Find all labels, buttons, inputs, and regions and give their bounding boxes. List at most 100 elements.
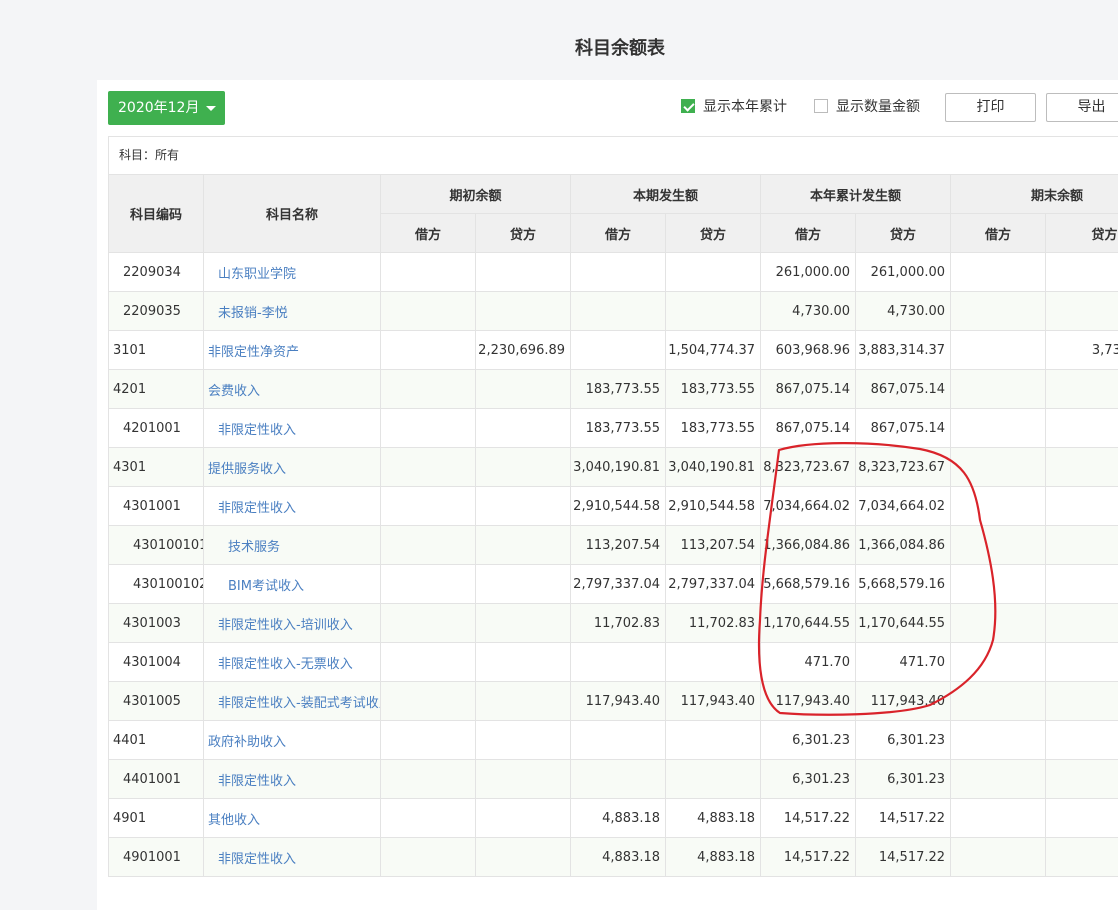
opening-debit-cell (381, 721, 476, 760)
table-row[interactable]: 4301005非限定性收入-装配式考试收入117,943.40117,943.4… (109, 682, 1118, 721)
period-selector[interactable]: 2020年12月 (108, 91, 225, 125)
header-closing-balance: 期末余额 (951, 175, 1118, 214)
header-year-cumulative: 本年累计发生额 (761, 175, 951, 214)
table-row[interactable]: 4401政府补助收入6,301.236,301.23 (109, 721, 1118, 760)
closing-credit-cell (1046, 682, 1118, 721)
table-row[interactable]: 2209035未报销-李悦4,730.004,730.00 (109, 292, 1118, 331)
period-debit-cell: 4,883.18 (571, 799, 666, 838)
period-debit-cell: 2,797,337.04 (571, 565, 666, 604)
subject-code-cell: 4301005 (109, 682, 204, 721)
period-debit-cell: 11,702.83 (571, 604, 666, 643)
closing-debit-cell (951, 526, 1046, 565)
opening-debit-cell (381, 760, 476, 799)
subject-name-link[interactable]: 其他收入 (204, 799, 381, 838)
period-credit-cell (666, 643, 761, 682)
header-credit: 贷方 (1046, 214, 1118, 253)
period-debit-cell (571, 643, 666, 682)
subject-code-cell: 2209035 (109, 292, 204, 331)
period-credit-cell: 11,702.83 (666, 604, 761, 643)
closing-debit-cell (951, 604, 1046, 643)
header-debit: 借方 (761, 214, 856, 253)
table-row[interactable]: 4301001非限定性收入2,910,544.582,910,544.587,0… (109, 487, 1118, 526)
subject-code-cell: 4301004 (109, 643, 204, 682)
closing-credit-cell (1046, 526, 1118, 565)
opening-credit-cell (476, 838, 571, 877)
period-credit-cell (666, 292, 761, 331)
table-row[interactable]: 4201会费收入183,773.55183,773.55867,075.1486… (109, 370, 1118, 409)
subject-name-link[interactable]: 非限定性收入 (204, 409, 381, 448)
subject-name-link[interactable]: 非限定性收入-装配式考试收入 (204, 682, 381, 721)
opening-debit-cell (381, 370, 476, 409)
table-row[interactable]: 4401001非限定性收入6,301.236,301.23 (109, 760, 1118, 799)
period-debit-cell: 183,773.55 (571, 409, 666, 448)
subject-name-link[interactable]: 非限定性收入-无票收入 (204, 643, 381, 682)
subject-name-link[interactable]: BIM考试收入 (204, 565, 381, 604)
year-credit-cell: 5,668,579.16 (856, 565, 951, 604)
header-credit: 贷方 (476, 214, 571, 253)
year-debit-cell: 6,301.23 (761, 721, 856, 760)
subject-name-link[interactable]: 非限定性净资产 (204, 331, 381, 370)
opening-debit-cell (381, 253, 476, 292)
year-credit-cell: 117,943.40 (856, 682, 951, 721)
opening-debit-cell (381, 838, 476, 877)
table-row[interactable]: 4301提供服务收入3,040,190.813,040,190.818,323,… (109, 448, 1118, 487)
period-credit-cell: 4,883.18 (666, 838, 761, 877)
subject-name-link[interactable]: 未报销-李悦 (204, 292, 381, 331)
subject-name-link[interactable]: 技术服务 (204, 526, 381, 565)
export-button[interactable]: 导出 (1046, 93, 1118, 122)
table-row[interactable]: 430100101技术服务113,207.54113,207.541,366,0… (109, 526, 1118, 565)
opening-debit-cell (381, 526, 476, 565)
period-credit-cell: 3,040,190.81 (666, 448, 761, 487)
print-button[interactable]: 打印 (945, 93, 1036, 122)
subject-code-cell: 4201001 (109, 409, 204, 448)
table-row[interactable]: 4201001非限定性收入183,773.55183,773.55867,075… (109, 409, 1118, 448)
closing-credit-cell (1046, 409, 1118, 448)
closing-debit-cell (951, 682, 1046, 721)
subject-name-link[interactable]: 非限定性收入 (204, 760, 381, 799)
table-row[interactable]: 4901001非限定性收入4,883.184,883.1814,517.2214… (109, 838, 1118, 877)
closing-debit-cell (951, 721, 1046, 760)
subject-code-cell: 4301001 (109, 487, 204, 526)
subject-code-cell: 4901001 (109, 838, 204, 877)
show-year-cumulative-checkbox[interactable]: 显示本年累计 (681, 99, 787, 115)
year-debit-cell: 7,034,664.02 (761, 487, 856, 526)
closing-credit-cell (1046, 565, 1118, 604)
page-title: 科目余额表 (0, 34, 1118, 60)
subject-name-link[interactable]: 政府补助收入 (204, 721, 381, 760)
opening-debit-cell (381, 331, 476, 370)
year-credit-cell: 7,034,664.02 (856, 487, 951, 526)
subject-code-cell: 4401 (109, 721, 204, 760)
subject-name-link[interactable]: 非限定性收入 (204, 838, 381, 877)
closing-debit-cell (951, 838, 1046, 877)
subject-name-link[interactable]: 山东职业学院 (204, 253, 381, 292)
table-row[interactable]: 2209034山东职业学院261,000.00261,000.00 (109, 253, 1118, 292)
subject-name-link[interactable]: 提供服务收入 (204, 448, 381, 487)
period-credit-cell: 183,773.55 (666, 370, 761, 409)
period-debit-cell: 3,040,190.81 (571, 448, 666, 487)
closing-debit-cell (951, 799, 1046, 838)
subject-code-cell: 430100101 (109, 526, 204, 565)
header-subject-code: 科目编码 (109, 175, 204, 253)
table-row[interactable]: 3101非限定性净资产2,230,696.891,504,774.37603,9… (109, 331, 1118, 370)
year-credit-cell: 6,301.23 (856, 760, 951, 799)
show-quantity-checkbox[interactable]: 显示数量金额 (814, 99, 920, 115)
table-row[interactable]: 4901其他收入4,883.184,883.1814,517.2214,517.… (109, 799, 1118, 838)
year-credit-cell: 14,517.22 (856, 799, 951, 838)
table-row[interactable]: 4301003非限定性收入-培训收入11,702.8311,702.831,17… (109, 604, 1118, 643)
year-debit-cell: 4,730.00 (761, 292, 856, 331)
year-debit-cell: 14,517.22 (761, 838, 856, 877)
period-credit-cell: 183,773.55 (666, 409, 761, 448)
subject-code-cell: 4301003 (109, 604, 204, 643)
closing-credit-cell (1046, 253, 1118, 292)
chevron-down-icon (206, 106, 216, 111)
opening-debit-cell (381, 487, 476, 526)
subject-name-link[interactable]: 非限定性收入-培训收入 (204, 604, 381, 643)
table-row[interactable]: 430100102BIM考试收入2,797,337.042,797,337.04… (109, 565, 1118, 604)
subject-code-cell: 430100102 (109, 565, 204, 604)
subject-name-link[interactable]: 会费收入 (204, 370, 381, 409)
table-row[interactable]: 4301004非限定性收入-无票收入471.70471.70 (109, 643, 1118, 682)
closing-debit-cell (951, 565, 1046, 604)
opening-credit-cell (476, 409, 571, 448)
closing-credit-cell (1046, 370, 1118, 409)
subject-name-link[interactable]: 非限定性收入 (204, 487, 381, 526)
